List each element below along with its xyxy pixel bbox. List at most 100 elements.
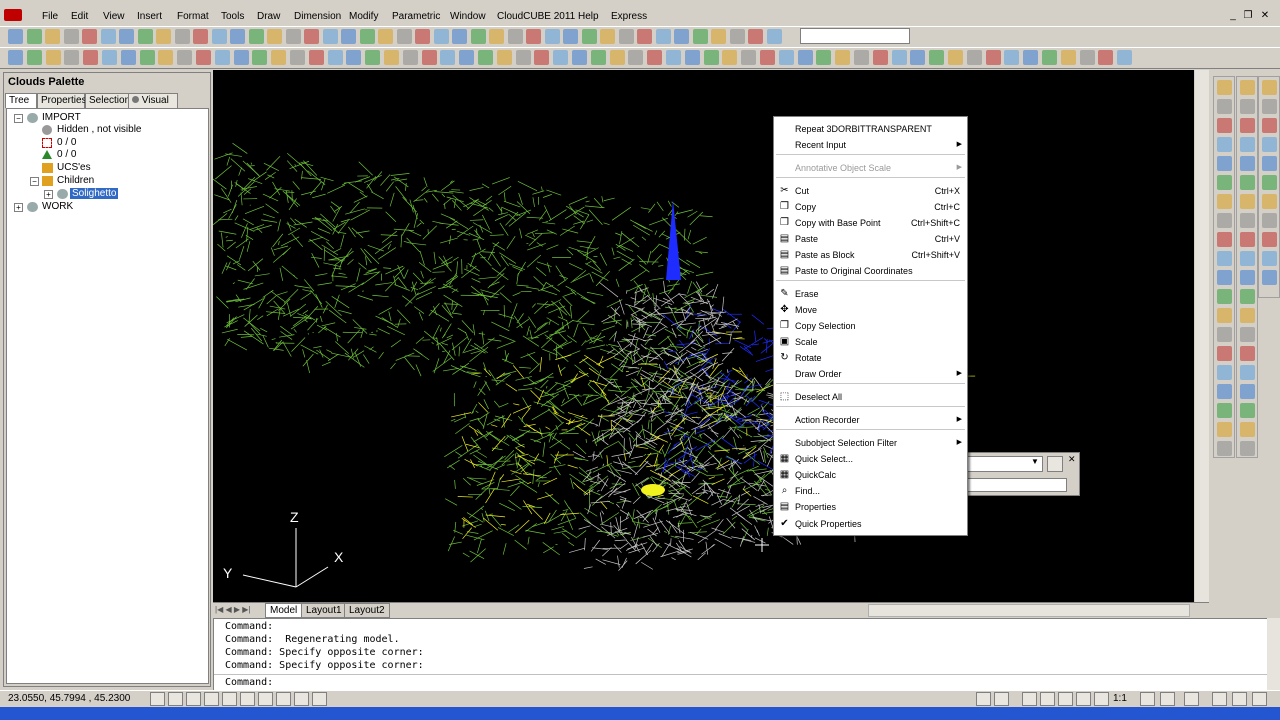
status-toggle-icon[interactable] [276, 692, 291, 706]
menu-item-scale[interactable]: ▣ Scale [774, 334, 967, 350]
menu-item-cut[interactable]: ✂ Cut Ctrl+X [774, 183, 967, 199]
quick-properties-field[interactable] [967, 478, 1067, 492]
menu-item-quick-properties[interactable]: ✔ Quick Properties [774, 516, 967, 532]
toolbar-tool-icon[interactable] [1217, 80, 1232, 95]
toolbar-tool-icon[interactable] [1240, 422, 1255, 437]
toolbar-tool-icon[interactable] [1240, 346, 1255, 361]
toolbar-tool-icon[interactable] [83, 50, 99, 65]
status-toggle-icon[interactable] [1022, 692, 1037, 706]
toolbar-tool-icon[interactable] [193, 29, 208, 44]
toolbar-tool-icon[interactable] [119, 29, 134, 44]
toolbar-tool-icon[interactable] [248, 29, 264, 44]
menu-item-quick-select[interactable]: ▦ Quick Select... [774, 451, 967, 467]
status-toggle-icon[interactable] [222, 692, 237, 706]
menu-item-copy[interactable]: ❐ Copy Ctrl+C [774, 199, 967, 215]
command-prompt[interactable]: Command: [225, 677, 273, 688]
toolbar-tool-icon[interactable] [581, 29, 597, 44]
menu-tools[interactable]: Tools [221, 11, 244, 22]
toolbar-tool-icon[interactable] [496, 50, 512, 65]
menu-item-deselect-all[interactable]: ⬚ Deselect All [774, 389, 967, 405]
expand-import-icon[interactable]: − [14, 114, 23, 123]
toolbar-tool-icon[interactable] [1060, 50, 1076, 65]
toolbar-tool-icon[interactable] [618, 29, 634, 44]
toolbar-tool-icon[interactable] [760, 50, 775, 65]
toolbar-tool-icon[interactable] [177, 50, 193, 65]
toolbar-tool-icon[interactable] [816, 50, 832, 65]
menu-item-quickcalc[interactable]: ▦ QuickCalc [774, 467, 967, 483]
toolbar-tool-icon[interactable] [1240, 327, 1255, 342]
toolbar-tool-icon[interactable] [452, 29, 467, 44]
tree-item-import[interactable]: IMPORT [42, 112, 81, 124]
toolbar-tool-icon[interactable] [290, 50, 305, 65]
expand-work-icon[interactable]: + [14, 203, 23, 212]
viewport-horizontal-scrollbar[interactable] [868, 604, 1190, 617]
toolbar-tool-icon[interactable] [196, 50, 211, 65]
toolbar-tool-icon[interactable] [1098, 50, 1114, 65]
chevron-down-icon[interactable]: ▼ [1031, 457, 1039, 466]
toolbar-tool-icon[interactable] [308, 50, 324, 65]
status-toggle-icon[interactable] [1252, 692, 1267, 706]
tree-item-work[interactable]: WORK [42, 201, 73, 213]
toolbar-tool-icon[interactable] [797, 50, 813, 65]
toolbar-tool-icon[interactable] [600, 29, 615, 44]
menu-item-paste-as-block[interactable]: ▤ Paste as Block Ctrl+Shift+V [774, 247, 967, 263]
toolbar-tool-icon[interactable] [1262, 156, 1277, 171]
toolbar-tool-icon[interactable] [1217, 422, 1232, 437]
toolbar-tool-icon[interactable] [534, 50, 550, 65]
toolbar-tool-icon[interactable] [1240, 156, 1255, 171]
menu-item-properties[interactable]: ▤ Properties [774, 499, 967, 515]
status-toggle-icon[interactable] [258, 692, 273, 706]
toolbar-tool-icon[interactable] [1240, 118, 1255, 133]
toolbar-tool-icon[interactable] [1240, 289, 1255, 304]
toolbar-tool-icon[interactable] [666, 50, 681, 65]
toolbar-tool-icon[interactable] [966, 50, 982, 65]
tree-item-solighetto[interactable]: Solighetto [70, 188, 119, 200]
status-toggle-icon[interactable] [186, 692, 201, 706]
toolbar-tool-icon[interactable] [271, 50, 287, 65]
menu-dimension[interactable]: Dimension [294, 11, 341, 22]
expand-children-icon[interactable]: − [30, 177, 39, 186]
toolbar-tool-icon[interactable] [1079, 50, 1095, 65]
status-toggle-icon[interactable] [1212, 692, 1227, 706]
toolbar-tool-icon[interactable] [1262, 213, 1277, 228]
toolbar-tool-icon[interactable] [402, 50, 418, 65]
toolbar-tool-icon[interactable] [1217, 346, 1232, 361]
menu-cloudcube-2011[interactable]: CloudCUBE 2011 [497, 11, 575, 22]
menu-item-draw-order[interactable]: Draw Order ▶ [774, 366, 967, 382]
status-toggle-icon[interactable] [1058, 692, 1073, 706]
toolbar-tool-icon[interactable] [211, 29, 227, 44]
toolbar-tool-icon[interactable] [674, 29, 689, 44]
toolbar-tool-icon[interactable] [729, 29, 745, 44]
toolbar-tool-icon[interactable] [378, 29, 393, 44]
toolbar-tool-icon[interactable] [1240, 175, 1255, 190]
toolbar-tool-icon[interactable] [156, 29, 171, 44]
toolbar-tool-icon[interactable] [1262, 232, 1277, 247]
toolbar-tool-icon[interactable] [835, 50, 851, 65]
toolbar-tool-icon[interactable] [1240, 99, 1255, 114]
toolbar-tool-icon[interactable] [563, 29, 578, 44]
toolbar-tool-icon[interactable] [1240, 213, 1255, 228]
close-icon[interactable]: ✕ [1259, 10, 1271, 22]
command-scrollbar[interactable] [1267, 618, 1280, 690]
tab-layout2[interactable]: Layout2 [344, 603, 390, 618]
menu-help[interactable]: Help [578, 11, 599, 22]
toolbar-tool-icon[interactable] [359, 29, 375, 44]
toolbar-tool-icon[interactable] [778, 50, 794, 65]
toolbar-tool-icon[interactable] [63, 29, 79, 44]
status-toggle-icon[interactable] [994, 692, 1009, 706]
toolbar-tool-icon[interactable] [1117, 50, 1133, 65]
toolbar-tool-icon[interactable] [1004, 50, 1020, 65]
layout-nav-arrows-icon[interactable]: |◀ ◀ ▶ ▶| [215, 605, 250, 614]
toolbar-tool-icon[interactable] [526, 29, 541, 44]
status-toggle-icon[interactable] [1094, 692, 1109, 706]
toolbar-tool-icon[interactable] [910, 50, 926, 65]
toolbar-tool-icon[interactable] [1217, 194, 1232, 209]
toolbar-tool-icon[interactable] [139, 50, 155, 65]
toolbar-tool-icon[interactable] [572, 50, 587, 65]
toolbar-tool-icon[interactable] [1240, 441, 1255, 456]
tree-item-triangles[interactable]: 0 / 0 [57, 149, 76, 161]
toolbar-tool-icon[interactable] [1262, 99, 1277, 114]
toolbar-tool-icon[interactable] [1217, 365, 1232, 380]
status-toggle-icon[interactable] [294, 692, 309, 706]
tab-model[interactable]: Model [265, 603, 303, 618]
